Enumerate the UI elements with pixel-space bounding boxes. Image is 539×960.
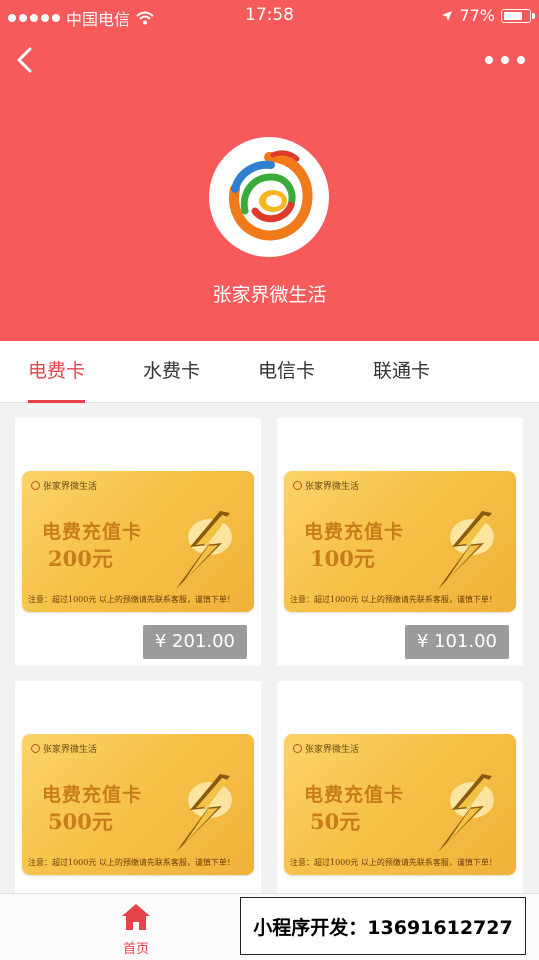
card-brand-label: 张家界微生活 [305, 745, 360, 755]
card-image: 张家界微生活 电费充值卡 50元 注意：超过1000元 以上的预缴请先联系客服，… [284, 734, 516, 875]
product-card[interactable]: 张家界微生活 电费充值卡 100元 注意：超过1000元 以上的预缴请先联系客服… [277, 418, 523, 666]
tab-water-card[interactable]: 水费卡 [143, 341, 200, 403]
card-brand-label: 张家界微生活 [305, 482, 360, 492]
card-image: 张家界微生活 电费充值卡 200元 注意：超过1000元 以上的预缴请先联系客服… [22, 471, 254, 612]
card-amount: 100元 [310, 546, 375, 571]
status-bar: 中国电信 17:58 77% [0, 0, 539, 32]
card-image: 张家界微生活 电费充值卡 100元 注意：超过1000元 以上的预缴请先联系客服… [284, 471, 516, 612]
card-brand: 张家界微生活 [31, 479, 97, 492]
card-image: 张家界微生活 电费充值卡 500元 注意：超过1000元 以上的预缴请先联系客服… [22, 734, 254, 875]
shop-header: 中国电信 17:58 77% 张家界微生活 [0, 0, 539, 341]
brand-logo-icon [293, 744, 302, 753]
battery-fill [504, 11, 522, 20]
status-right: 77% [441, 6, 535, 25]
card-title: 电费充值卡 [304, 784, 405, 806]
tab-electricity-card[interactable]: 电费卡 [28, 341, 86, 403]
card-brand: 张家界微生活 [293, 742, 359, 755]
tab-telecom-card[interactable]: 电信卡 [258, 341, 315, 403]
card-brand: 张家界微生活 [293, 479, 359, 492]
more-dot [517, 56, 525, 64]
product-card[interactable]: 张家界微生活 电费充值卡 500元 注意：超过1000元 以上的预缴请先联系客服… [15, 681, 261, 929]
card-title: 电费充值卡 [304, 521, 405, 543]
category-tabs: 电费卡 水费卡 电信卡 联通卡 [0, 341, 539, 403]
back-button[interactable] [8, 42, 44, 78]
card-brand: 张家界微生活 [31, 742, 97, 755]
battery-icon [501, 8, 535, 23]
card-title: 电费充值卡 [42, 784, 143, 806]
card-note: 注意：超过1000元 以上的预缴请先联系客服，谨慎下单！ [28, 858, 235, 867]
nav-home[interactable]: 首页 [104, 902, 168, 960]
product-card[interactable]: 张家界微生活 电费充值卡 50元 注意：超过1000元 以上的预缴请先联系客服，… [277, 681, 523, 929]
card-brand-label: 张家界微生活 [43, 482, 98, 492]
shop-logo-icon [229, 150, 313, 241]
more-dot [485, 56, 493, 64]
lightning-bolt-icon [176, 511, 232, 589]
price-button[interactable]: ¥ 101.00 [404, 625, 509, 659]
more-button[interactable] [485, 46, 525, 74]
brand-logo-icon [31, 744, 40, 753]
tab-unicom-card[interactable]: 联通卡 [373, 341, 430, 403]
brand-logo-icon [293, 481, 302, 490]
price-button[interactable]: ¥ 201.00 [142, 625, 247, 659]
card-title: 电费充值卡 [42, 521, 143, 543]
location-arrow-icon [442, 10, 453, 21]
product-card[interactable]: 张家界微生活 电费充值卡 200元 注意：超过1000元 以上的预缴请先联系客服… [15, 418, 261, 666]
nav-home-label: 首页 [122, 942, 149, 957]
shop-name: 张家界微生活 [212, 284, 327, 306]
lightning-bolt-icon [176, 774, 232, 852]
card-amount: 50元 [310, 809, 361, 834]
card-brand-label: 张家界微生活 [43, 745, 98, 755]
battery-percent: 77% [459, 6, 495, 25]
ad-banner: 小程序开发：13691612727 [240, 897, 526, 955]
lightning-bolt-icon [438, 774, 494, 852]
brand-logo-icon [31, 481, 40, 490]
home-icon [122, 904, 150, 930]
card-note: 注意：超过1000元 以上的预缴请先联系客服，谨慎下单！ [28, 595, 235, 604]
card-note: 注意：超过1000元 以上的预缴请先联系客服，谨慎下单！ [290, 595, 497, 604]
more-dot [501, 56, 509, 64]
card-amount: 500元 [48, 809, 113, 834]
lightning-bolt-icon [438, 511, 494, 589]
card-amount: 200元 [48, 546, 113, 571]
chevron-left-icon [17, 47, 32, 73]
card-note: 注意：超过1000元 以上的预缴请先联系客服，谨慎下单！ [290, 858, 497, 867]
shop-logo [209, 137, 329, 257]
